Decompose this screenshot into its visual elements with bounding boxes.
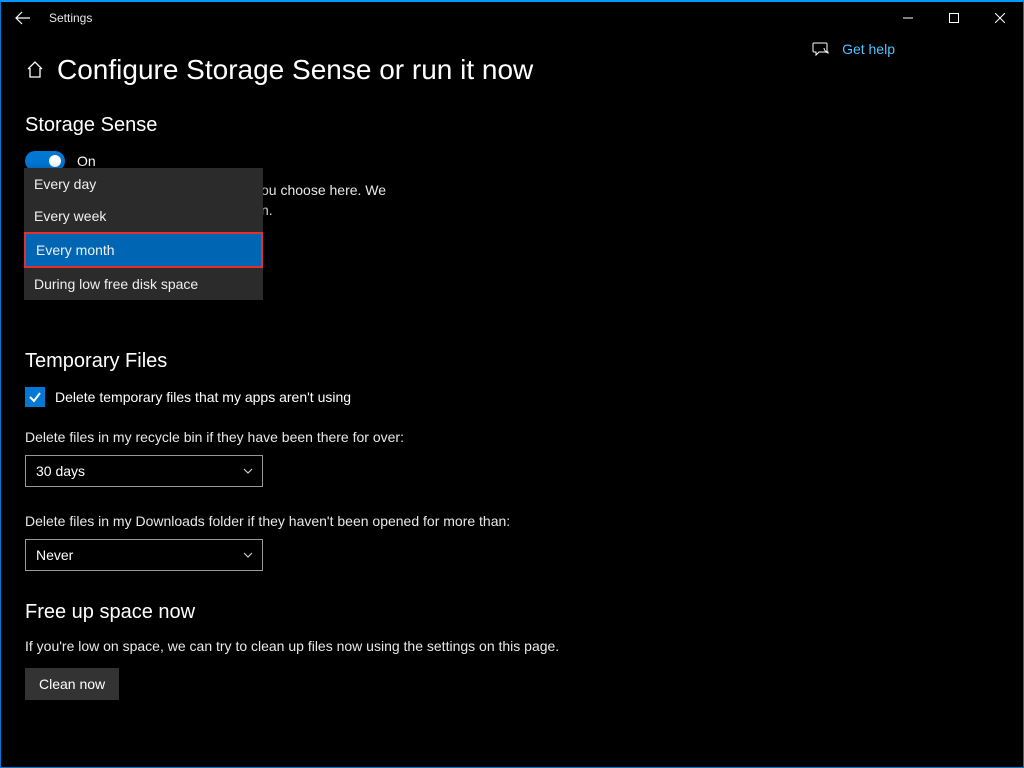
schedule-option-every-month[interactable]: Every month xyxy=(24,232,263,268)
page-header: Configure Storage Sense or run it now xyxy=(25,54,999,86)
clean-now-button[interactable]: Clean now xyxy=(25,668,119,700)
chevron-down-icon xyxy=(242,465,254,477)
window-controls xyxy=(885,2,1023,34)
downloads-label: Delete files in my Downloads folder if t… xyxy=(25,513,999,529)
home-icon[interactable] xyxy=(25,60,45,80)
temporary-files-section: Temporary Files Delete temporary files t… xyxy=(25,350,999,571)
maximize-button[interactable] xyxy=(931,2,977,34)
recycle-bin-label: Delete files in my recycle bin if they h… xyxy=(25,429,999,445)
free-up-section: Free up space now If you're low on space… xyxy=(25,601,999,700)
minimize-icon xyxy=(903,13,913,23)
arrow-left-icon xyxy=(15,10,31,26)
minimize-button[interactable] xyxy=(885,2,931,34)
schedule-option-every-week[interactable]: Every week xyxy=(24,200,263,232)
delete-temp-checkbox-row: Delete temporary files that my apps aren… xyxy=(25,387,999,407)
close-icon xyxy=(995,13,1005,23)
downloads-value: Never xyxy=(36,547,73,563)
get-help-link[interactable]: Get help xyxy=(812,40,895,58)
back-button[interactable] xyxy=(11,6,35,30)
maximize-icon xyxy=(949,13,959,23)
schedule-dropdown-open[interactable]: Every day Every week Every month During … xyxy=(24,168,263,300)
free-up-heading: Free up space now xyxy=(25,601,999,624)
recycle-bin-dropdown[interactable]: 30 days xyxy=(25,455,263,487)
free-up-description: If you're low on space, we can try to cl… xyxy=(25,638,999,654)
chat-icon xyxy=(812,40,830,58)
recycle-bin-value: 30 days xyxy=(36,463,85,479)
temporary-files-heading: Temporary Files xyxy=(25,350,999,373)
schedule-option-every-day[interactable]: Every day xyxy=(24,168,263,200)
get-help-label: Get help xyxy=(842,41,895,57)
checkmark-icon xyxy=(28,390,42,404)
delete-temp-checkbox[interactable] xyxy=(25,387,45,407)
delete-temp-label: Delete temporary files that my apps aren… xyxy=(55,389,351,405)
schedule-option-low-disk[interactable]: During low free disk space xyxy=(24,268,263,300)
toggle-state-label: On xyxy=(77,153,96,169)
window-title: Settings xyxy=(49,11,92,25)
titlebar: Settings xyxy=(1,2,1023,34)
chevron-down-icon xyxy=(242,549,254,561)
page-title: Configure Storage Sense or run it now xyxy=(57,54,533,86)
storage-sense-heading: Storage Sense xyxy=(25,114,999,137)
toggle-knob xyxy=(49,155,61,167)
content-area: Get help Configure Storage Sense or run … xyxy=(1,34,1023,720)
downloads-dropdown[interactable]: Never xyxy=(25,539,263,571)
close-button[interactable] xyxy=(977,2,1023,34)
